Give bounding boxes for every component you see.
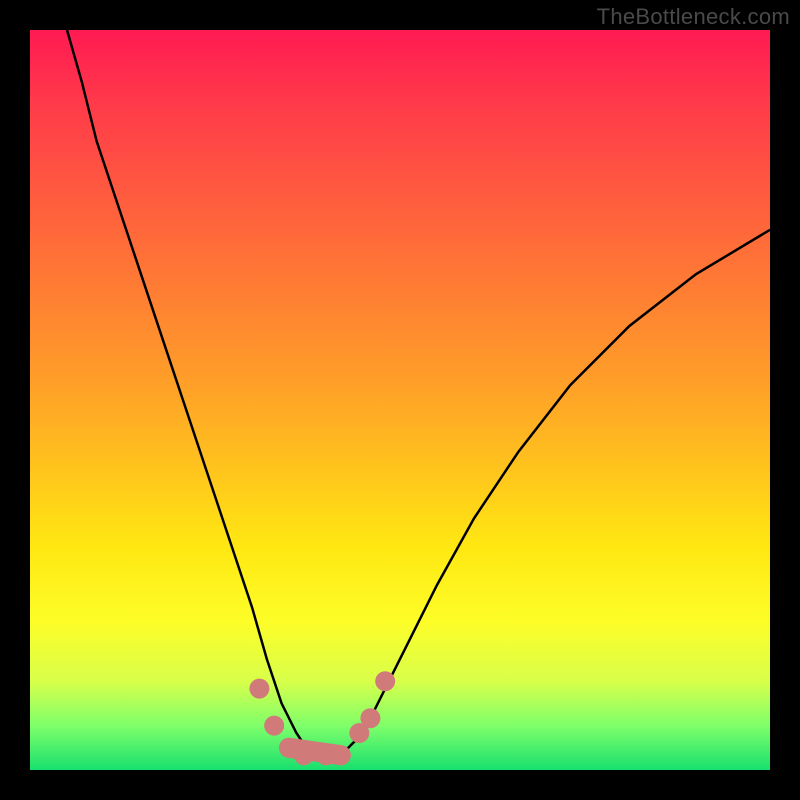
watermark-text: TheBottleneck.com <box>597 4 790 30</box>
chart-svg <box>30 30 770 770</box>
valley-marker <box>360 708 380 728</box>
plot-area <box>30 30 770 770</box>
valley-marker <box>375 671 395 691</box>
valley-marker <box>264 716 284 736</box>
valley-marker <box>249 679 269 699</box>
valley-marker <box>331 745 351 765</box>
bottleneck-curve <box>67 30 770 763</box>
valley-marker <box>294 745 314 765</box>
outer-frame: TheBottleneck.com <box>0 0 800 800</box>
marker-group <box>249 671 395 765</box>
